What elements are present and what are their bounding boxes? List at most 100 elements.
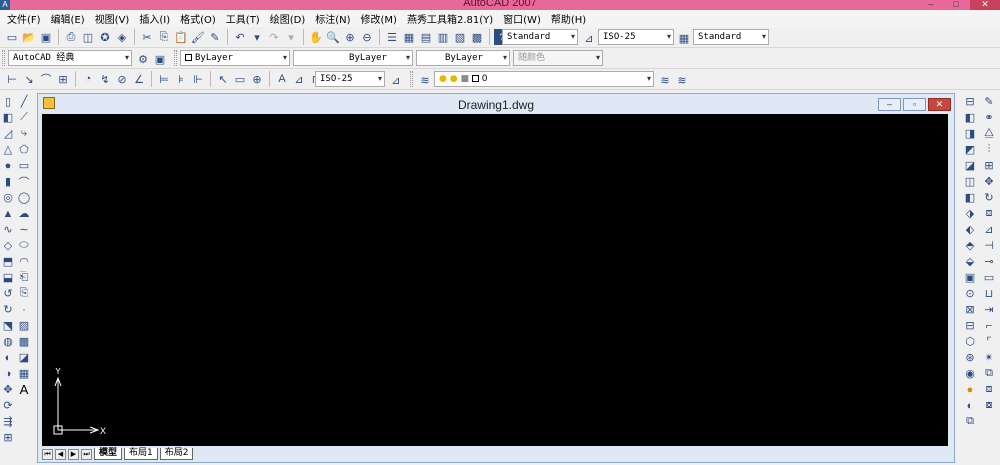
union-tool-icon[interactable]: ⧉ [982, 366, 996, 381]
check-icon[interactable]: ⬡ [963, 334, 977, 349]
gradient-icon[interactable]: ▩ [17, 334, 31, 349]
3d-move-icon[interactable]: ✥ [1, 382, 15, 397]
explode-icon[interactable]: ✴ [982, 350, 996, 365]
maximize-button[interactable]: □ [945, 0, 967, 10]
sphere-icon[interactable]: ● [1, 158, 15, 173]
dim-text-edit-icon[interactable]: ⊿ [291, 71, 307, 87]
arc-length-icon[interactable]: ⌒ [38, 71, 54, 87]
circle-icon[interactable]: ◯ [17, 190, 31, 205]
copy-faces-icon[interactable]: ⬗ [963, 206, 977, 221]
taper-faces-icon[interactable]: ◧ [963, 190, 977, 205]
zoom-previous-icon[interactable]: ⊖ [359, 29, 375, 45]
extend-icon[interactable]: ⊸ [982, 254, 996, 269]
prev-tab-button[interactable]: ◀ [55, 448, 66, 460]
imprint-icon[interactable]: ▣ [963, 270, 977, 285]
union-icon[interactable]: ◍ [1, 334, 15, 349]
offset-faces-icon[interactable]: ◩ [963, 142, 977, 157]
menu-edit[interactable]: 编辑(E) [46, 11, 90, 26]
line-icon[interactable]: ╱ [17, 94, 31, 109]
cylinder-icon[interactable]: ▮ [1, 174, 15, 189]
menu-window[interactable]: 窗口(W) [498, 11, 546, 26]
ellipse-icon[interactable]: ⬭ [17, 238, 31, 253]
lineweight-control-select[interactable]: ByLayer ▾ [416, 50, 510, 66]
text-style-select[interactable]: Standard ▾ [502, 29, 578, 45]
offset-icon[interactable]: ⫶ [982, 142, 996, 157]
redo-icon[interactable]: ↷ [266, 29, 282, 45]
rotate-faces-icon[interactable]: ◫ [963, 174, 977, 189]
layer-previous-icon[interactable]: ≋ [674, 72, 690, 88]
menu-help[interactable]: 帮助(H) [546, 11, 591, 26]
match-properties-icon[interactable]: 🖌 [190, 29, 206, 45]
subtract-tool-icon[interactable]: ⧈ [982, 382, 996, 397]
minimize-button[interactable]: – [920, 0, 942, 10]
quick-dim-icon[interactable]: ⊨ [156, 71, 172, 87]
dim-edit-icon[interactable]: A [274, 71, 290, 87]
zoom-realtime-icon[interactable]: 🔍 [325, 29, 341, 45]
table-icon[interactable]: ▦ [17, 366, 31, 381]
menu-view[interactable]: 视图(V) [90, 11, 135, 26]
dim-style-select-2[interactable]: ISO-25 ▾ [315, 71, 385, 87]
color-edges-icon[interactable]: ⬙ [963, 254, 977, 269]
undo-icon[interactable]: ↶ [232, 29, 248, 45]
spline-icon[interactable]: ∼ [17, 222, 31, 237]
rotate-icon[interactable]: ↻ [982, 190, 996, 205]
calculator-icon[interactable]: ▩ [469, 29, 485, 45]
box-icon[interactable]: ◧ [1, 110, 15, 125]
toolbar-grip[interactable] [2, 50, 5, 66]
fillet-icon[interactable]: ⌜ [982, 334, 996, 349]
make-object-layer-current-icon[interactable]: ≋ [657, 72, 673, 88]
workspace-select[interactable]: AutoCAD 经典 ▾ [8, 50, 132, 66]
menu-format[interactable]: 格式(O) [175, 11, 221, 26]
tolerance-icon[interactable]: ▭ [232, 71, 248, 87]
mirror-icon[interactable]: ⧋ [982, 126, 996, 141]
pyramid-icon[interactable]: ▲ [1, 206, 15, 221]
rectangle-icon[interactable]: ▭ [17, 158, 31, 173]
print-icon[interactable]: ⎙ [63, 29, 79, 45]
zoom-window-icon[interactable]: ⊕ [342, 29, 358, 45]
materials-icon[interactable]: ● [963, 382, 977, 397]
erase-icon[interactable]: ✎ [982, 94, 996, 109]
point-icon[interactable]: · [17, 302, 31, 317]
linear-dim-icon[interactable]: ⊢ [4, 71, 20, 87]
print-preview-icon[interactable]: ◫ [80, 29, 96, 45]
polyline-icon[interactable]: ⤷ [17, 126, 31, 141]
extrude-icon[interactable]: ⬒ [1, 254, 15, 269]
pan-icon[interactable]: ✋ [308, 29, 324, 45]
lights-icon[interactable]: ◐ [963, 398, 977, 413]
subtract-icon[interactable]: ◐ [1, 350, 15, 365]
move-icon[interactable]: ✥ [982, 174, 996, 189]
table-style-select[interactable]: Standard ▾ [693, 29, 769, 45]
menu-file[interactable]: 文件(F) [2, 11, 46, 26]
arc-icon[interactable]: ⌒ [17, 174, 31, 189]
undo-dropdown-icon[interactable]: ▾ [249, 29, 265, 45]
hatch-icon[interactable]: ▨ [17, 318, 31, 333]
multiline-text-icon[interactable]: A [17, 382, 31, 397]
delete-faces-icon[interactable]: ◪ [963, 158, 977, 173]
chamfer-icon[interactable]: ⌐ [982, 318, 996, 333]
tab-model[interactable]: 模型 [94, 448, 123, 460]
visual-styles-icon[interactable]: ⧉ [963, 414, 977, 429]
color-faces-icon[interactable]: ⬖ [963, 222, 977, 237]
angular-dim-icon[interactable]: ∠ [131, 71, 147, 87]
baseline-dim-icon[interactable]: ⊧ [173, 71, 189, 87]
3d-rotate-icon[interactable]: ⟳ [1, 398, 15, 413]
first-tab-button[interactable]: ⏮ [42, 448, 53, 460]
drawing-close-button[interactable]: ✕ [928, 98, 951, 111]
linetype-control-select[interactable]: ByLayer ▾ [293, 50, 413, 66]
break-at-point-icon[interactable]: ▭ [982, 270, 996, 285]
markup-icon[interactable]: ▧ [452, 29, 468, 45]
drawing-restore-button[interactable]: ▫ [903, 98, 926, 111]
continue-dim-icon[interactable]: ⊩ [190, 71, 206, 87]
tool-palettes-icon[interactable]: ▤ [418, 29, 434, 45]
separate-icon[interactable]: ⊠ [963, 302, 977, 317]
redo-dropdown-icon[interactable]: ▾ [283, 29, 299, 45]
menu-tools[interactable]: 工具(T) [221, 11, 265, 26]
save-workspace-icon[interactable]: ▣ [152, 51, 168, 67]
layer-control-select[interactable]: ● ● ■ 0 ▾ [434, 71, 654, 87]
polysolid-icon[interactable]: ▯ [1, 94, 15, 109]
intersect-icon[interactable]: ◑ [1, 366, 15, 381]
revision-cloud-icon[interactable]: ☁ [17, 206, 31, 221]
aligned-dim-icon[interactable]: ↘ [21, 71, 37, 87]
last-tab-button[interactable]: ⏭ [81, 448, 92, 460]
polygon-icon[interactable]: ⬠ [17, 142, 31, 157]
